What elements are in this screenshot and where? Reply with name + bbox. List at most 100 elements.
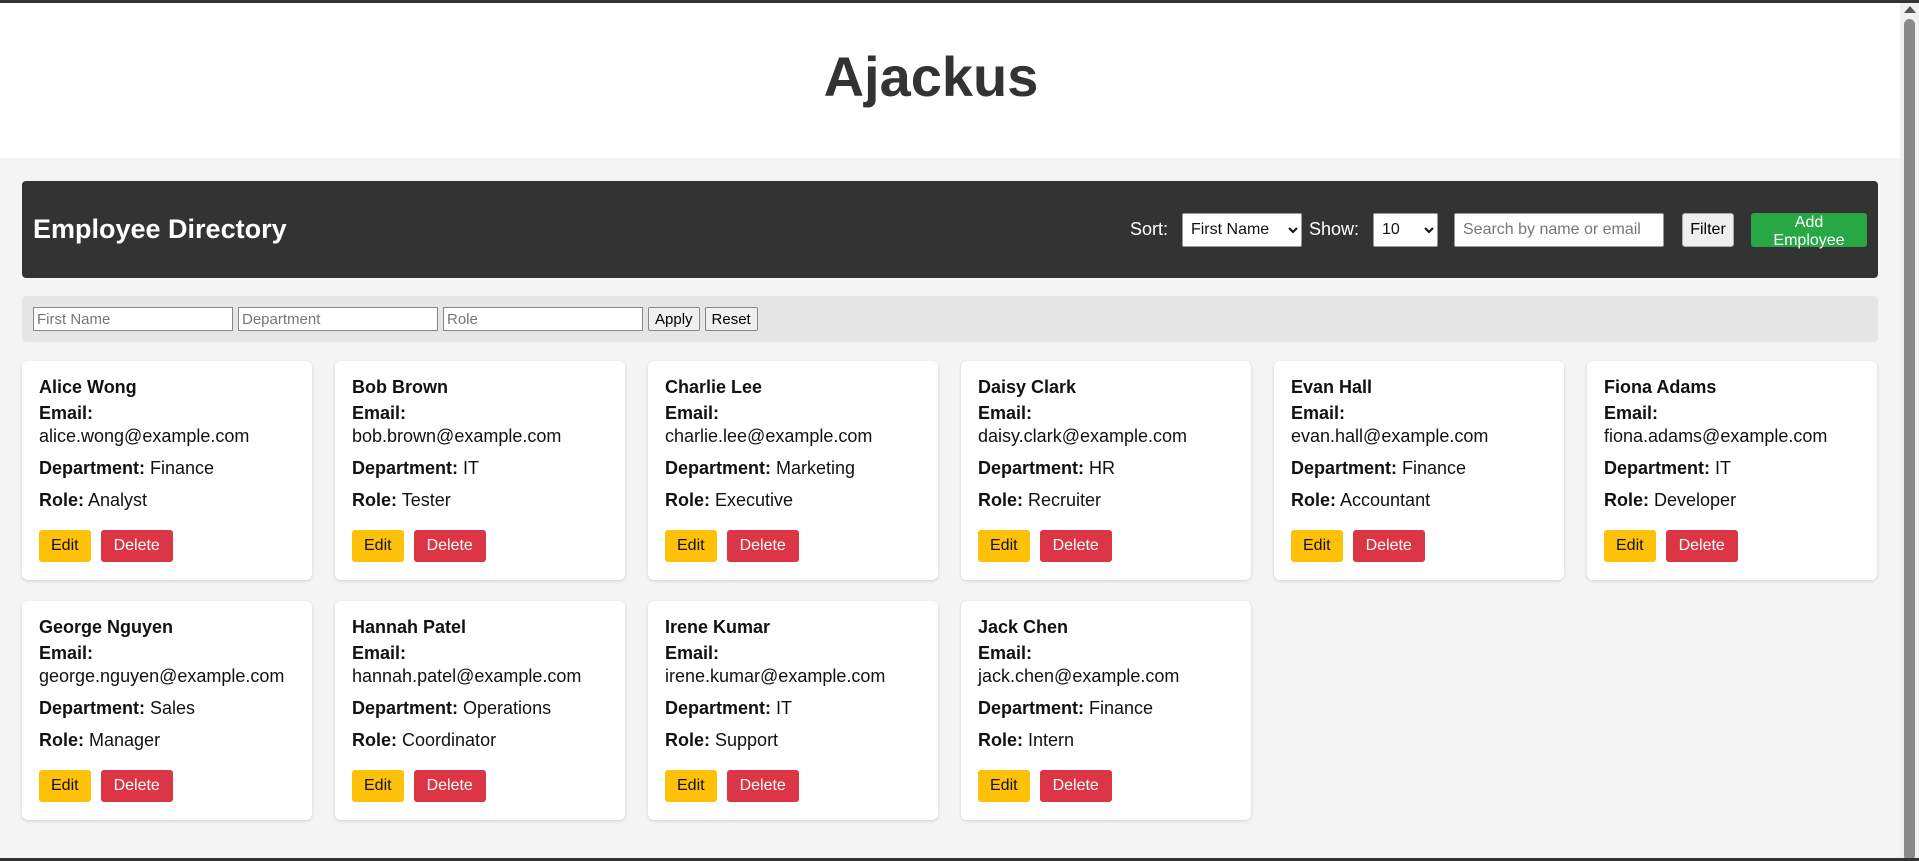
role-value: Coordinator — [402, 730, 497, 750]
first-name-filter-input[interactable] — [33, 307, 233, 331]
edit-button[interactable]: Edit — [978, 770, 1030, 802]
email-value: hannah.patel@example.com — [352, 666, 582, 686]
department-label: Department: — [978, 698, 1085, 718]
delete-button[interactable]: Delete — [726, 530, 799, 562]
employee-email: Email: daisy.clark@example.com — [978, 402, 1234, 448]
role-label: Role: — [352, 730, 397, 750]
employee-card: Hannah Patel Email: hannah.patel@example.… — [335, 601, 625, 820]
edit-button[interactable]: Edit — [39, 530, 91, 562]
edit-button[interactable]: Edit — [352, 530, 404, 562]
card-actions: Edit Delete — [1604, 530, 1860, 562]
role-value: Accountant — [1340, 490, 1431, 510]
email-value: irene.kumar@example.com — [665, 666, 886, 686]
email-label: Email: — [39, 403, 94, 423]
role-value: Manager — [89, 730, 161, 750]
delete-button[interactable]: Delete — [1039, 530, 1112, 562]
delete-button[interactable]: Delete — [100, 530, 173, 562]
department-label: Department: — [1604, 458, 1711, 478]
employee-grid: Alice Wong Email: alice.wong@example.com… — [22, 361, 1878, 820]
delete-button[interactable]: Delete — [100, 770, 173, 802]
employee-card: Bob Brown Email: bob.brown@example.com D… — [335, 361, 625, 580]
employee-department: Department: HR — [978, 457, 1234, 480]
delete-button[interactable]: Delete — [1352, 530, 1425, 562]
edit-button[interactable]: Edit — [1604, 530, 1656, 562]
employee-card: Irene Kumar Email: irene.kumar@example.co… — [648, 601, 938, 820]
edit-button[interactable]: Edit — [39, 770, 91, 802]
vertical-scrollbar[interactable] — [1900, 3, 1919, 861]
employee-email: Email: charlie.lee@example.com — [665, 402, 921, 448]
role-value: Recruiter — [1028, 490, 1102, 510]
email-label: Email: — [665, 643, 720, 663]
employee-department: Department: IT — [665, 697, 921, 720]
email-label: Email: — [978, 643, 1033, 663]
reset-filter-button[interactable]: Reset — [704, 307, 758, 331]
employee-name: Evan Hall — [1291, 377, 1373, 397]
employee-email: Email: george.nguyen@example.com — [39, 642, 295, 688]
employee-card: Jack Chen Email: jack.chen@example.com D… — [961, 601, 1251, 820]
scrollbar-thumb[interactable] — [1904, 19, 1915, 861]
department-label: Department: — [352, 698, 459, 718]
employee-name: Jack Chen — [978, 617, 1069, 637]
email-value: george.nguyen@example.com — [39, 666, 285, 686]
directory-toolbar: Employee Directory Sort: First Name Show… — [22, 181, 1878, 278]
email-label: Email: — [352, 643, 407, 663]
employee-department: Department: IT — [352, 457, 608, 480]
edit-button[interactable]: Edit — [665, 530, 717, 562]
employee-card: Alice Wong Email: alice.wong@example.com… — [22, 361, 312, 580]
employee-email: Email: bob.brown@example.com — [352, 402, 608, 448]
directory-heading: Employee Directory — [33, 214, 287, 244]
page-header: Ajackus — [0, 3, 1900, 158]
employee-name: Fiona Adams — [1604, 377, 1717, 397]
department-value: IT — [776, 698, 793, 718]
employee-card: George Nguyen Email: george.nguyen@exampl… — [22, 601, 312, 820]
apply-filter-button[interactable]: Apply — [648, 307, 700, 331]
edit-button[interactable]: Edit — [1291, 530, 1343, 562]
employee-email: Email: irene.kumar@example.com — [665, 642, 921, 688]
employee-email: Email: fiona.adams@example.com — [1604, 402, 1860, 448]
card-actions: Edit Delete — [665, 530, 921, 562]
department-label: Department: — [665, 698, 772, 718]
employee-department: Department: Finance — [39, 457, 295, 480]
role-label: Role: — [1291, 490, 1336, 510]
employee-role: Role: Accountant — [1291, 489, 1547, 512]
department-filter-input[interactable] — [238, 307, 438, 331]
department-value: Sales — [150, 698, 196, 718]
show-count-select[interactable]: 10 — [1373, 212, 1438, 247]
role-label: Role: — [352, 490, 397, 510]
employee-card: Charlie Lee Email: charlie.lee@example.co… — [648, 361, 938, 580]
department-label: Department: — [39, 698, 146, 718]
delete-button[interactable]: Delete — [413, 530, 486, 562]
email-value: evan.hall@example.com — [1291, 426, 1489, 446]
role-filter-input[interactable] — [443, 307, 643, 331]
department-label: Department: — [665, 458, 772, 478]
email-value: charlie.lee@example.com — [665, 426, 873, 446]
employee-role: Role: Manager — [39, 729, 295, 752]
department-value: HR — [1089, 458, 1116, 478]
delete-button[interactable]: Delete — [1665, 530, 1738, 562]
role-value: Executive — [715, 490, 794, 510]
edit-button[interactable]: Edit — [352, 770, 404, 802]
sort-select[interactable]: First Name — [1181, 212, 1302, 247]
employee-name: George Nguyen — [39, 617, 174, 637]
employee-role: Role: Analyst — [39, 489, 295, 512]
add-employee-button[interactable]: Add Employee — [1751, 212, 1867, 249]
employee-name: Irene Kumar — [665, 617, 771, 637]
employee-role: Role: Recruiter — [978, 489, 1234, 512]
employee-email: Email: jack.chen@example.com — [978, 642, 1234, 688]
scroll-up-arrow-icon[interactable] — [1904, 6, 1916, 13]
edit-button[interactable]: Edit — [665, 770, 717, 802]
delete-button[interactable]: Delete — [726, 770, 799, 802]
filter-button[interactable]: Filter — [1682, 212, 1734, 247]
card-actions: Edit Delete — [665, 770, 921, 802]
delete-button[interactable]: Delete — [413, 770, 486, 802]
delete-button[interactable]: Delete — [1039, 770, 1112, 802]
email-value: alice.wong@example.com — [39, 426, 250, 446]
card-actions: Edit Delete — [978, 530, 1234, 562]
department-label: Department: — [39, 458, 146, 478]
search-input[interactable] — [1454, 212, 1664, 247]
email-value: bob.brown@example.com — [352, 426, 562, 446]
email-label: Email: — [1291, 403, 1346, 423]
employee-department: Department: Sales — [39, 697, 295, 720]
edit-button[interactable]: Edit — [978, 530, 1030, 562]
role-value: Developer — [1654, 490, 1737, 510]
